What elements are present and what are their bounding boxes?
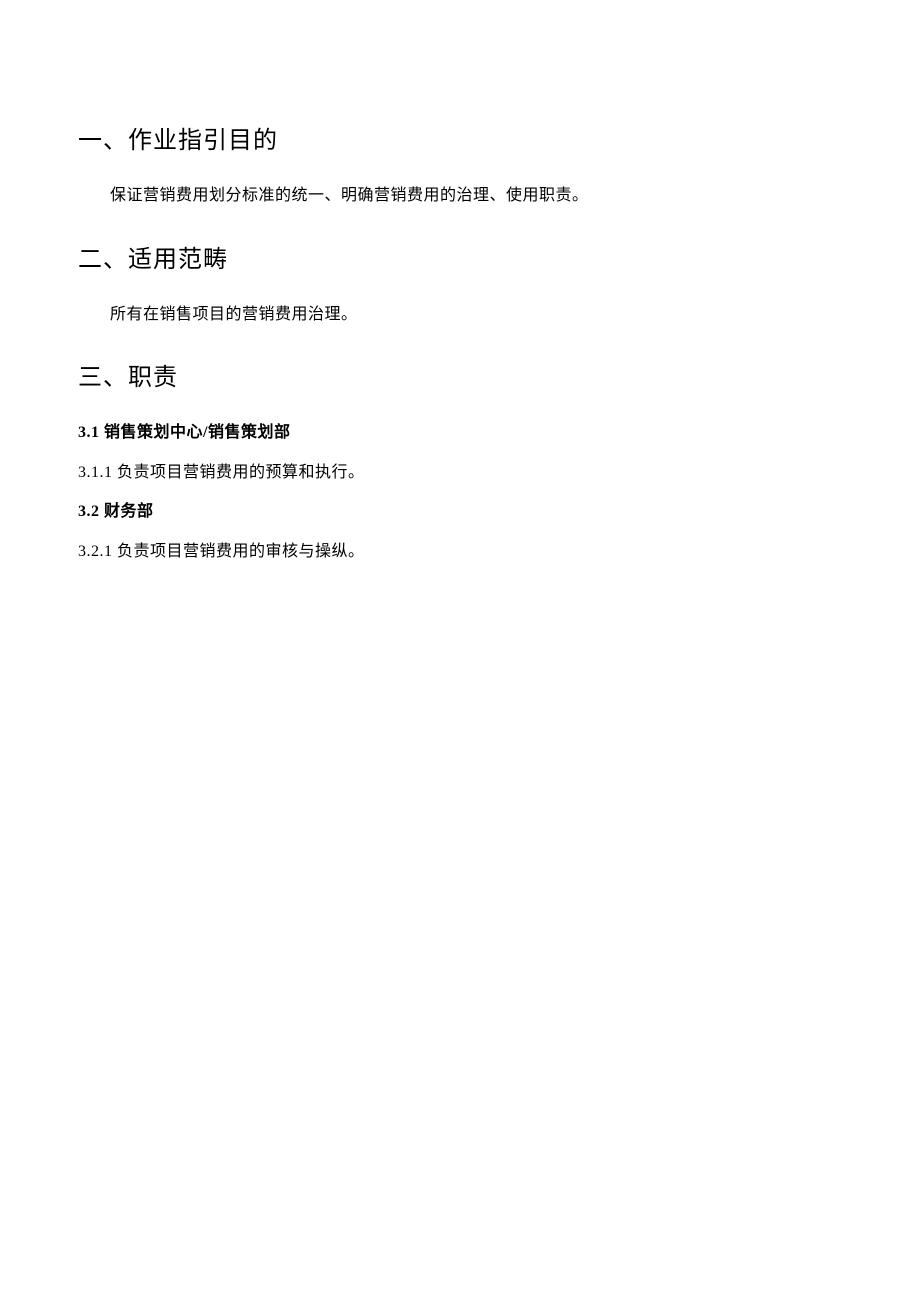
num-3-2: 3.2	[78, 503, 100, 520]
section-3-1: 3.1 销售策划中心/销售策划部	[78, 420, 842, 446]
text-3-2-1: 负责项目营销费用的审核与操纵。	[113, 543, 365, 560]
num-3-1-1: 3.1.1	[78, 464, 113, 481]
section-2-heading: 二、适用范畴	[78, 239, 842, 274]
num-3-1: 3.1	[78, 424, 100, 441]
section-2-body: 所有在销售项目的营销费用治理。	[110, 302, 842, 328]
section-1-body: 保证营销费用划分标准的统一、明确营销费用的治理、使用职责。	[110, 183, 842, 209]
section-3-2: 3.2 财务部	[78, 499, 842, 525]
section-3-heading: 三、职责	[78, 357, 842, 392]
text-3-1-1: 负责项目营销费用的预算和执行。	[113, 464, 365, 481]
num-3-2-1: 3.2.1	[78, 543, 113, 560]
title-3-2: 财务部	[100, 503, 154, 520]
section-3-2-1: 3.2.1 负责项目营销费用的审核与操纵。	[78, 539, 842, 565]
title-3-1: 销售策划中心/销售策划部	[100, 424, 291, 441]
section-1-heading: 一、作业指引目的	[78, 120, 842, 155]
section-3-1-1: 3.1.1 负责项目营销费用的预算和执行。	[78, 460, 842, 486]
